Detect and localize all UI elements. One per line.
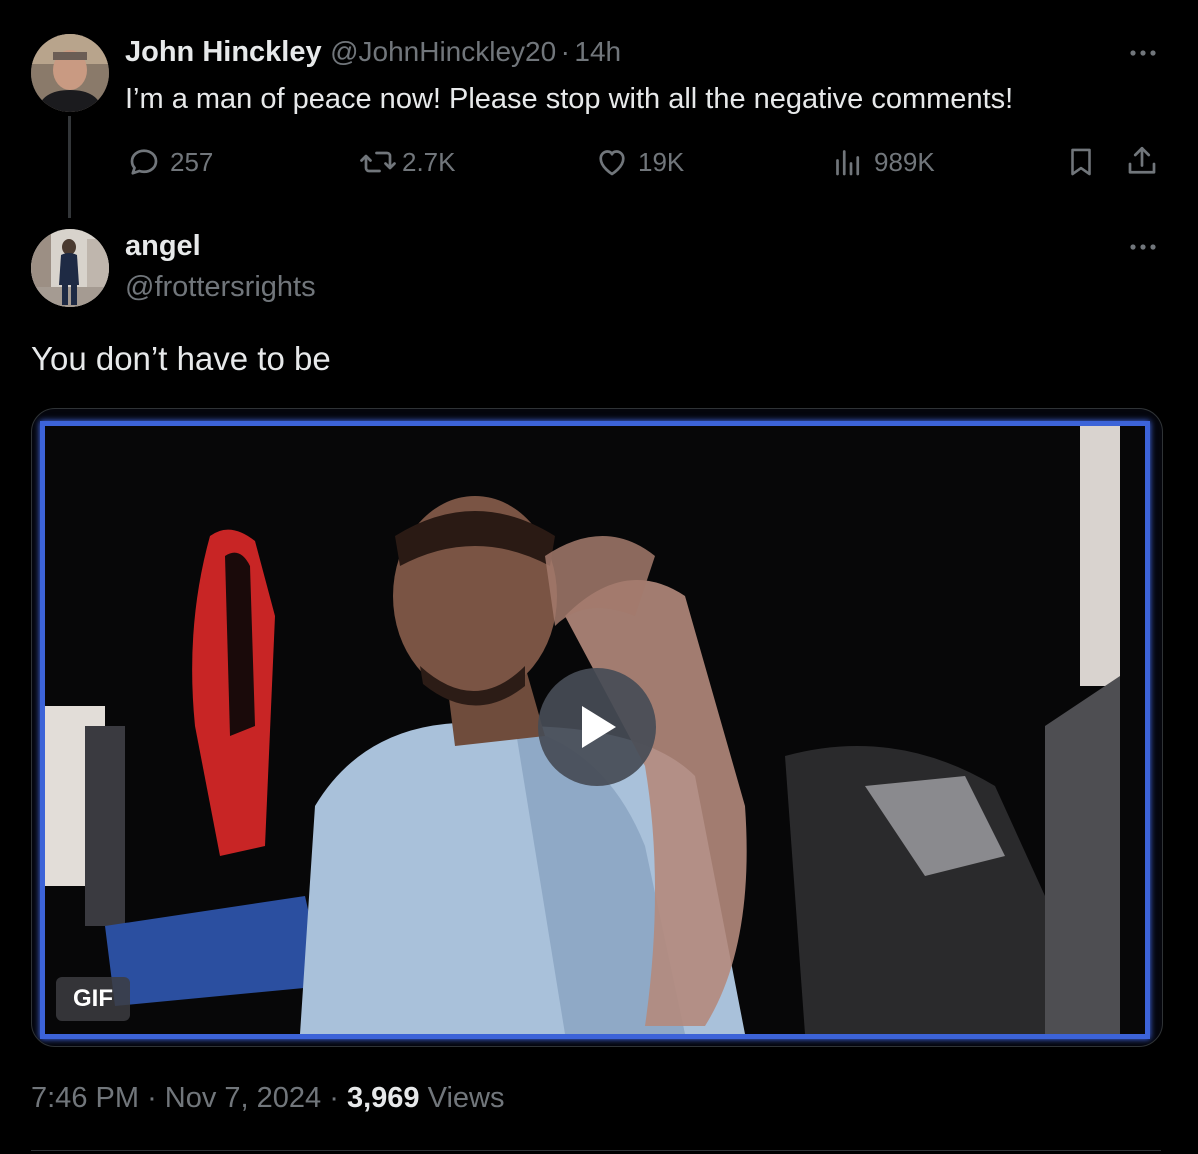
- views-chart-icon: [836, 150, 860, 176]
- views-button[interactable]: 989K: [830, 144, 935, 180]
- parent-display-name[interactable]: John Hinckley: [125, 36, 322, 68]
- repost-button[interactable]: 2.7K: [358, 144, 456, 180]
- tweet-views-count: 3,969: [346, 1082, 420, 1114]
- reply-button[interactable]: 257: [126, 144, 213, 180]
- reply-more-icon[interactable]: [1126, 232, 1160, 262]
- parent-meta-separator: ·: [560, 36, 570, 67]
- parent-more-icon[interactable]: [1126, 38, 1160, 68]
- bottom-divider: [31, 1150, 1161, 1151]
- heart-icon: [599, 150, 625, 176]
- meta-separator: ·: [147, 1082, 157, 1114]
- gif-badge: GIF: [56, 977, 130, 1021]
- tweet-views-label: Views: [427, 1082, 505, 1114]
- like-count: 19K: [638, 146, 685, 177]
- gif-media[interactable]: GIF: [31, 408, 1163, 1047]
- tweet-date[interactable]: Nov 7, 2024: [165, 1082, 321, 1114]
- bookmark-icon[interactable]: [1064, 144, 1098, 180]
- share-icon[interactable]: [1124, 142, 1160, 180]
- reply-avatar[interactable]: [31, 229, 109, 307]
- parent-timestamp[interactable]: 14h: [574, 36, 621, 67]
- parent-tweet-text: I’m a man of peace now! Please stop with…: [125, 83, 1014, 115]
- thread-connector-line: [68, 116, 71, 218]
- meta-separator: ·: [329, 1082, 339, 1114]
- play-icon: [582, 706, 616, 748]
- repost-count: 2.7K: [402, 146, 456, 177]
- like-button[interactable]: 19K: [594, 144, 684, 180]
- repost-icon: [360, 151, 396, 173]
- views-count: 989K: [874, 146, 935, 177]
- play-button[interactable]: [538, 668, 656, 786]
- parent-handle[interactable]: @JohnHinckley20: [330, 36, 556, 67]
- reply-count: 257: [170, 146, 214, 177]
- reply-tweet-text: You don’t have to be: [31, 340, 331, 377]
- reply-display-name[interactable]: angel: [125, 230, 201, 263]
- parent-header: John Hinckley @JohnHinckley20 · 14h: [125, 36, 621, 69]
- reply-handle[interactable]: @frottersrights: [125, 271, 316, 304]
- parent-avatar[interactable]: [31, 34, 109, 112]
- reply-icon: [130, 149, 158, 175]
- tweet-time[interactable]: 7:46 PM: [31, 1082, 139, 1114]
- tweet-meta-line: 7:46 PM · Nov 7, 2024 · 3,969 Views: [31, 1082, 504, 1115]
